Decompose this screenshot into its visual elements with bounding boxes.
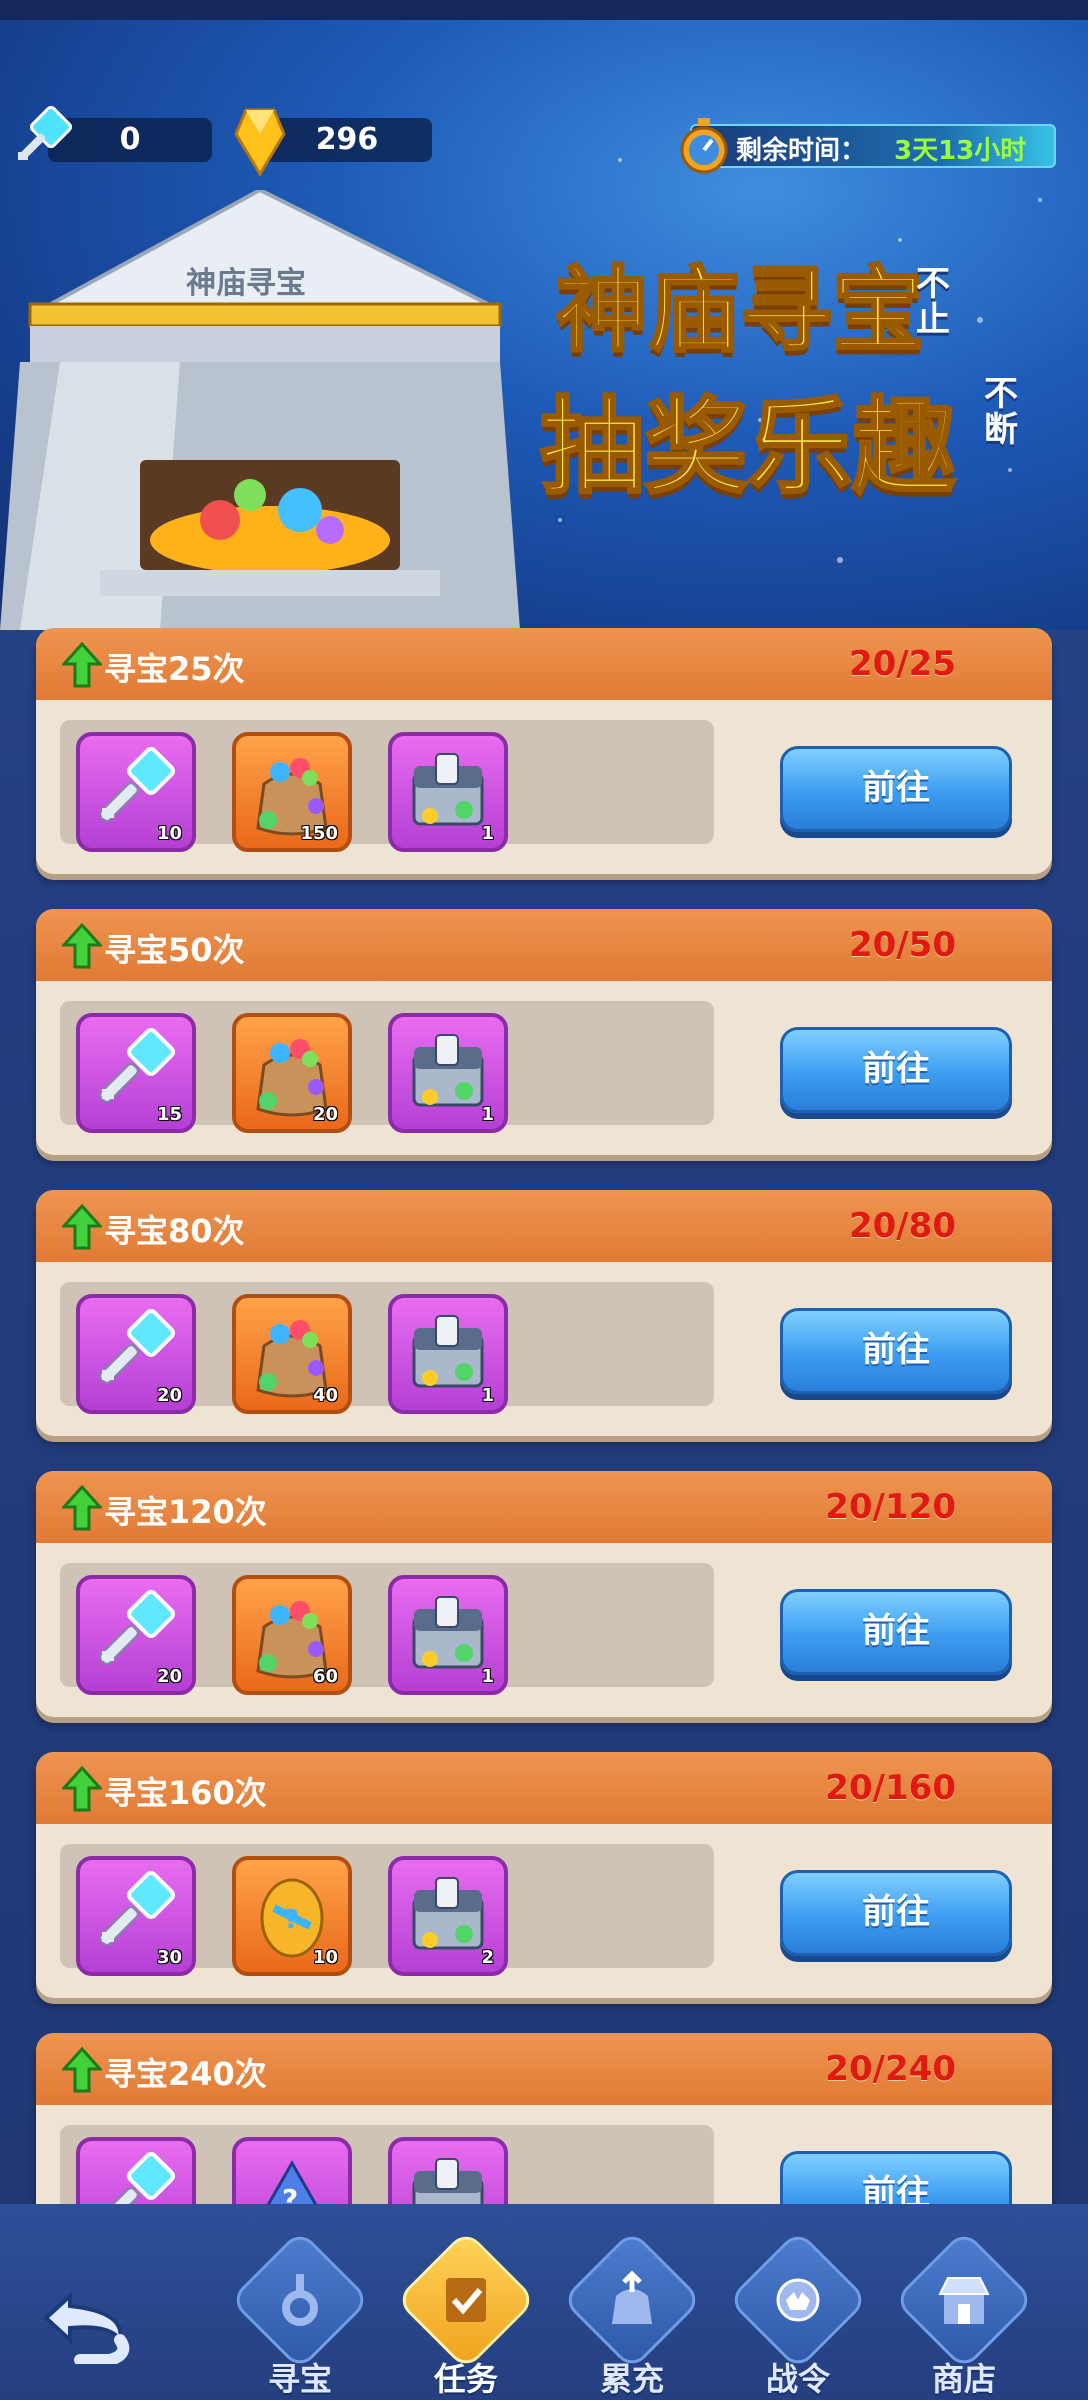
- task-header: 寻宝160次 20/160: [36, 1752, 1052, 1824]
- task-header: 寻宝50次 20/50: [36, 909, 1052, 981]
- reward-item[interactable]: 20: [76, 1294, 196, 1414]
- reward-item[interactable]: 30: [76, 1856, 196, 1976]
- reward-item[interactable]: 150: [232, 732, 352, 852]
- reward-count: 20: [312, 1104, 338, 1125]
- task-card: 寻宝25次 20/25 10 150 1 前往: [36, 628, 1052, 874]
- go-button[interactable]: 前往: [780, 1027, 1012, 1113]
- reward-item[interactable]: 15: [76, 1013, 196, 1133]
- task-header: 寻宝25次 20/25: [36, 628, 1052, 700]
- banner-title-line2-suffix: 不断: [984, 374, 1018, 450]
- task-screen: 0 296 剩余时间： 3天13小时 神庙寻宝 神庙寻宝 不止 抽奖乐趣 不断 …: [0, 0, 1088, 2400]
- key-icon: [270, 2270, 330, 2330]
- go-button[interactable]: 前往: [780, 746, 1012, 832]
- reward-count: 1: [481, 1666, 494, 1687]
- green-arrow-icon: [62, 642, 102, 688]
- go-button[interactable]: 前往: [780, 1308, 1012, 1394]
- task-header: 寻宝80次 20/80: [36, 1190, 1052, 1262]
- back-arrow-icon[interactable]: [40, 2284, 150, 2364]
- nav-tab[interactable]: 战令: [718, 2229, 878, 2398]
- timer-label: 剩余时间：: [736, 136, 867, 166]
- green-arrow-icon: [62, 1766, 102, 1812]
- nav-tab[interactable]: 累充: [552, 2229, 712, 2398]
- banner-title-line2: 抽奖乐趣: [538, 385, 957, 510]
- temple-illustration: [0, 190, 520, 630]
- task-progress: 20/50: [848, 925, 956, 965]
- banner-title-line1-suffix: 不止: [916, 264, 950, 340]
- nav-tab-label: 战令: [765, 2360, 830, 2398]
- reward-count: 60: [312, 1666, 338, 1687]
- reward-item[interactable]: 1: [388, 1013, 508, 1133]
- reward-item[interactable]: 1: [388, 1575, 508, 1695]
- reward-count: 10: [312, 1947, 338, 1968]
- task-progress: 20/120: [825, 1487, 956, 1527]
- temple-sign: 神庙寻宝: [186, 266, 306, 301]
- green-arrow-icon: [62, 2047, 102, 2093]
- task-card: 寻宝50次 20/50 15 20 1 前往: [36, 909, 1052, 1155]
- reward-count: 1: [481, 823, 494, 844]
- reward-count: 10: [156, 823, 182, 844]
- task-title: 寻宝160次: [104, 1774, 267, 1812]
- nav-tab-label: 任务: [433, 2360, 498, 2398]
- nav-tab[interactable]: 任务: [386, 2229, 546, 2398]
- timer-value: 3天13小时: [894, 136, 1027, 166]
- reward-item[interactable]: 40: [232, 1294, 352, 1414]
- reward-item[interactable]: 1: [388, 732, 508, 852]
- task-progress: 20/240: [825, 2049, 956, 2089]
- reward-count: 1: [481, 1385, 494, 1406]
- reward-count: 150: [300, 823, 338, 844]
- go-button[interactable]: 前往: [780, 1589, 1012, 1675]
- task-card: 寻宝120次 20/120 20 60 1 前往: [36, 1471, 1052, 1717]
- reward-item[interactable]: 1: [388, 1294, 508, 1414]
- green-arrow-icon: [62, 1485, 102, 1531]
- task-progress: 20/160: [825, 1768, 956, 1808]
- task-progress: 20/25: [848, 644, 956, 684]
- task-title: 寻宝25次: [104, 650, 245, 688]
- task-scroll-icon: [436, 2270, 496, 2330]
- reward-count: 15: [156, 1104, 182, 1125]
- banner-title-line1: 神庙寻宝: [554, 256, 925, 366]
- task-header: 寻宝120次 20/120: [36, 1471, 1052, 1543]
- svg-text:?: ?: [284, 1905, 299, 1935]
- nav-tab[interactable]: 商店: [884, 2229, 1044, 2398]
- green-arrow-icon: [62, 923, 102, 969]
- task-title: 寻宝240次: [104, 2055, 267, 2093]
- bottom-nav: 寻宝 任务 累充 战令 商店: [0, 2204, 1088, 2400]
- reward-count: 30: [156, 1947, 182, 1968]
- task-header: 寻宝240次 20/240: [36, 2033, 1052, 2105]
- reward-count: 20: [156, 1385, 182, 1406]
- key-icon: [18, 105, 73, 160]
- task-title: 寻宝50次: [104, 931, 245, 969]
- nav-tab-label: 商店: [931, 2360, 996, 2398]
- reward-item[interactable]: 2: [388, 1856, 508, 1976]
- recharge-bag-icon: [602, 2270, 662, 2330]
- reward-item[interactable]: 10: [76, 732, 196, 852]
- reward-item[interactable]: 20: [76, 1575, 196, 1695]
- shop-icon: [934, 2270, 994, 2330]
- task-title: 寻宝120次: [104, 1493, 267, 1531]
- task-title: 寻宝80次: [104, 1212, 245, 1250]
- green-arrow-icon: [62, 1204, 102, 1250]
- reward-count: 1: [481, 1104, 494, 1125]
- go-button[interactable]: 前往: [780, 1870, 1012, 1956]
- task-progress: 20/80: [848, 1206, 956, 1246]
- reward-item[interactable]: 20: [232, 1013, 352, 1133]
- gem-icon: [234, 108, 286, 177]
- nav-tab-label: 寻宝: [267, 2360, 332, 2398]
- event-banner: 0 296 剩余时间： 3天13小时 神庙寻宝 神庙寻宝 不止 抽奖乐趣 不断: [0, 0, 1088, 630]
- task-card: 寻宝80次 20/80 20 40 1 前往: [36, 1190, 1052, 1436]
- battle-pass-icon: [768, 2270, 828, 2330]
- reward-count: 20: [156, 1666, 182, 1687]
- reward-count: 40: [312, 1385, 338, 1406]
- task-card: 寻宝160次 20/160 30? 10 2 前往: [36, 1752, 1052, 1998]
- nav-tab-label: 累充: [599, 2360, 664, 2398]
- reward-count: 2: [481, 1947, 494, 1968]
- stopwatch-icon: [680, 118, 728, 174]
- reward-item[interactable]: 60: [232, 1575, 352, 1695]
- event-timer: 剩余时间： 3天13小时: [690, 124, 1056, 168]
- reward-item[interactable]: ? 10: [232, 1856, 352, 1976]
- nav-tab[interactable]: 寻宝: [220, 2229, 380, 2398]
